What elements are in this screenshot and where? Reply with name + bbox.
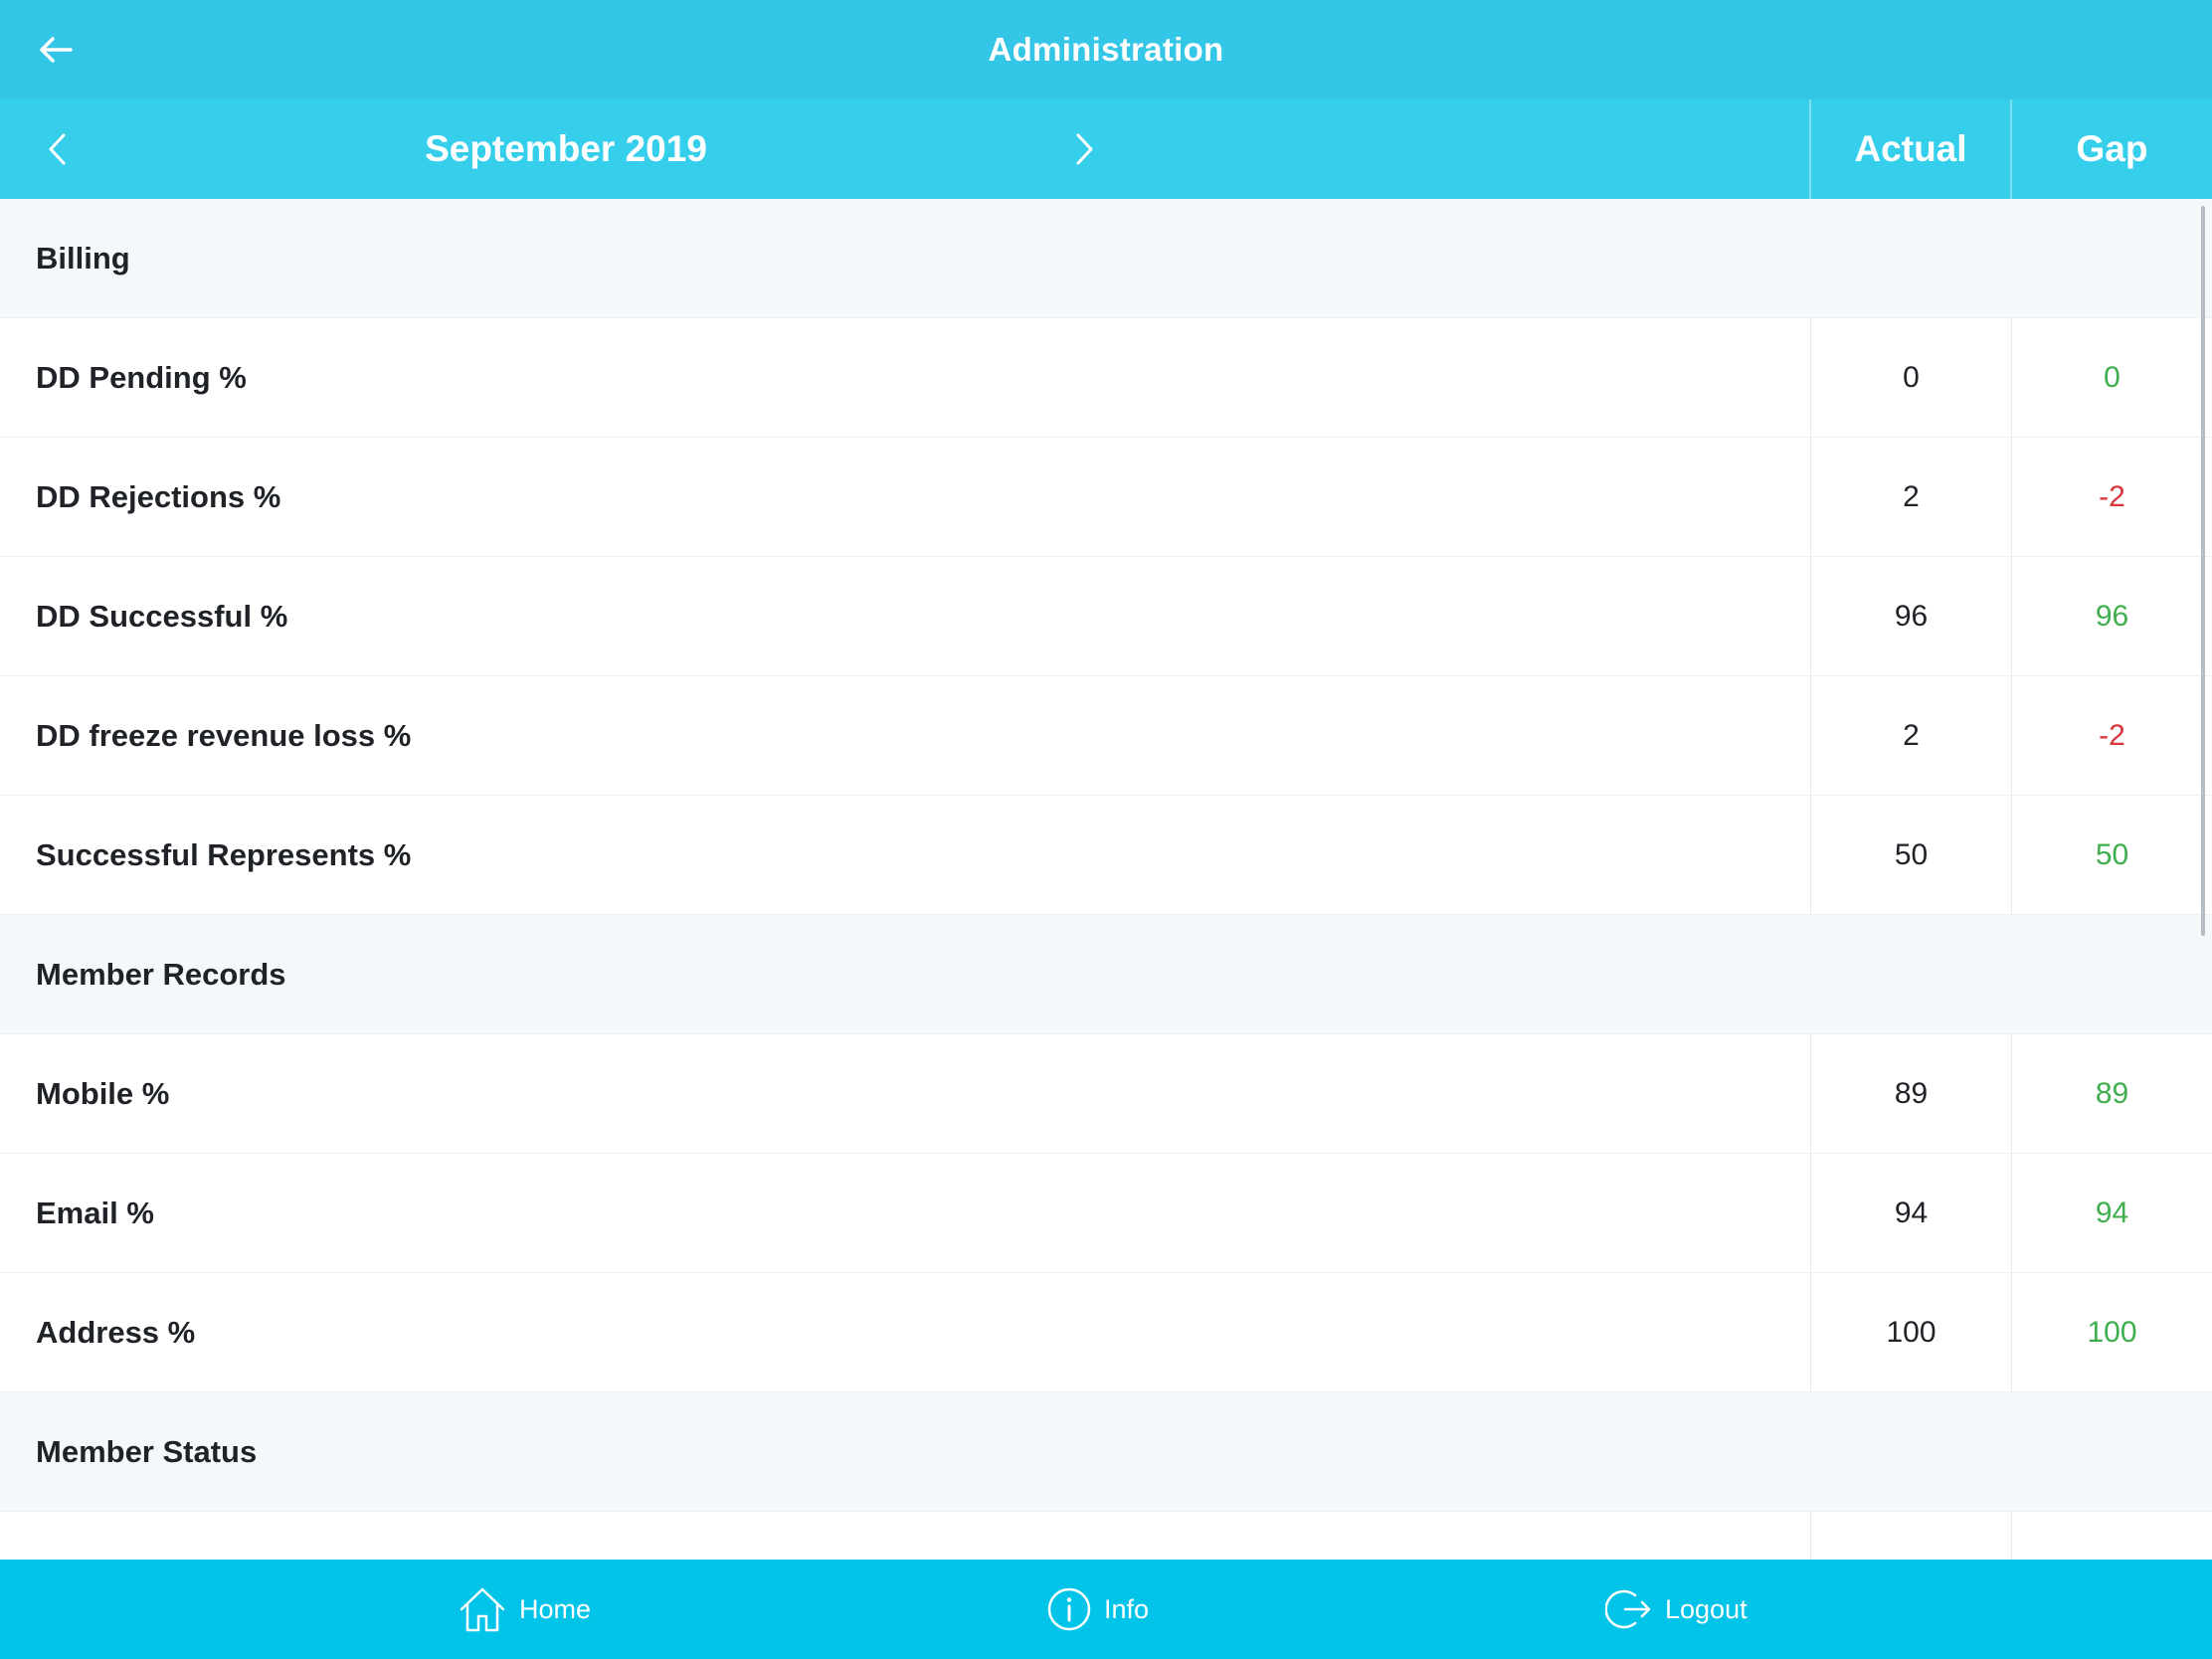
nav-logout-label: Logout	[1665, 1593, 1748, 1624]
gap-value: 50	[2095, 838, 2129, 871]
info-icon	[1047, 1587, 1091, 1631]
gap-value: 0	[2104, 361, 2120, 394]
column-header-actual: Actual	[1811, 99, 2012, 199]
bottom-nav: Home Info Logout	[0, 1560, 2212, 1659]
actual-value: 0	[1811, 318, 2012, 438]
gap-value: 89	[2095, 1077, 2129, 1110]
next-month-button[interactable]	[1056, 121, 1112, 177]
nav-info-label: Info	[1104, 1593, 1150, 1624]
back-button[interactable]	[28, 22, 84, 78]
arrow-left-icon	[40, 37, 73, 63]
home-icon	[460, 1587, 505, 1632]
app-header: Administration	[0, 0, 2212, 99]
actual-value: 94	[1811, 1154, 2012, 1273]
chevron-right-icon	[1076, 133, 1093, 165]
row-label: Mobile %	[0, 1034, 1811, 1154]
table-row	[0, 1512, 2212, 1560]
column-header-gap: Gap	[2076, 128, 2148, 169]
section-header-billing: Billing	[0, 199, 2212, 318]
actual-value: 50	[1811, 796, 2012, 915]
actual-value	[1811, 1512, 2012, 1560]
actual-value: 2	[1811, 676, 2012, 796]
table-row: Successful Represents % 50 50	[0, 796, 2212, 915]
gap-value: 100	[2087, 1316, 2137, 1349]
period-header: September 2019 Actual Gap	[0, 99, 2212, 199]
gap-value: 96	[2095, 600, 2129, 633]
row-label: DD Pending %	[0, 318, 1811, 438]
gap-value: -2	[2099, 480, 2125, 513]
table-row: DD Successful % 96 96	[0, 557, 2212, 676]
scrollbar[interactable]	[2201, 206, 2205, 936]
page-title: Administration	[988, 31, 1224, 68]
kpi-table[interactable]: Billing DD Pending % 0 0 DD Rejections %…	[0, 199, 2212, 1560]
table-row: Mobile % 89 89	[0, 1034, 2212, 1154]
actual-value: 89	[1811, 1034, 2012, 1154]
actual-value: 96	[1811, 557, 2012, 676]
row-label	[0, 1512, 1811, 1560]
table-row: Address % 100 100	[0, 1273, 2212, 1392]
actual-value: 100	[1811, 1273, 2012, 1392]
table-row: Email % 94 94	[0, 1154, 2212, 1273]
row-label: DD Successful %	[0, 557, 1811, 676]
logout-icon	[1605, 1589, 1651, 1629]
period-selector: September 2019	[0, 99, 1811, 199]
table-row: DD Rejections % 2 -2	[0, 438, 2212, 557]
nav-info-button[interactable]: Info	[1046, 1560, 1149, 1659]
table-row: DD freeze revenue loss % 2 -2	[0, 676, 2212, 796]
nav-home-label: Home	[519, 1593, 592, 1624]
row-label: Address %	[0, 1273, 1811, 1392]
row-label: DD Rejections %	[0, 438, 1811, 557]
month-label: September 2019	[425, 128, 707, 169]
row-label: Email %	[0, 1154, 1811, 1273]
nav-home-button[interactable]: Home	[458, 1560, 591, 1659]
gap-value	[2012, 1512, 2212, 1560]
actual-value: 2	[1811, 438, 2012, 557]
table-row: DD Pending % 0 0	[0, 318, 2212, 438]
row-label: DD freeze revenue loss %	[0, 676, 1811, 796]
gap-value: 94	[2095, 1197, 2129, 1229]
section-header-member-records: Member Records	[0, 915, 2212, 1034]
section-header-member-status: Member Status	[0, 1392, 2212, 1512]
row-label: Successful Represents %	[0, 796, 1811, 915]
gap-value: -2	[2099, 719, 2125, 752]
nav-logout-button[interactable]: Logout	[1605, 1560, 1748, 1659]
